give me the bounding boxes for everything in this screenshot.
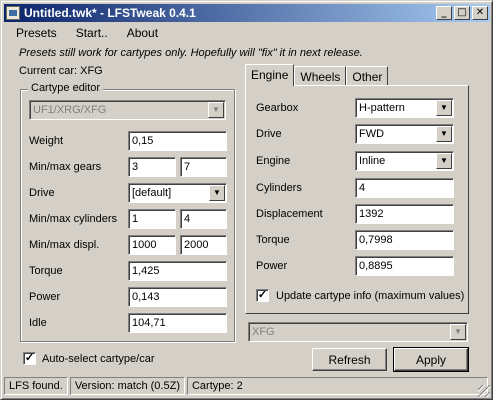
menu-about[interactable]: About xyxy=(115,24,165,43)
car-select-value: XFG xyxy=(252,326,275,338)
tab-strip: Engine Wheels Other xyxy=(245,64,389,86)
cylinders-min-field[interactable]: 1 xyxy=(128,209,176,229)
tab-wheels[interactable]: Wheels xyxy=(294,66,347,86)
current-car-label: Current car: XFG xyxy=(19,65,103,77)
auto-select-label: Auto-select cartype/car xyxy=(42,353,155,365)
update-cartype-label: Update cartype info (maximum values) xyxy=(276,290,465,302)
menu-bar: Presets Start.. About xyxy=(4,24,165,43)
engine-power-field[interactable]: 0,8895 xyxy=(355,256,454,276)
idle-field[interactable]: 104,71 xyxy=(128,313,227,333)
cartype-select-value: UF1/XRG/XFG xyxy=(33,104,107,116)
minimize-button[interactable]: _ xyxy=(436,6,452,20)
gears-max-field[interactable]: 7 xyxy=(180,157,227,177)
power-label: Power xyxy=(29,291,61,303)
weight-field[interactable]: 0,15 xyxy=(128,131,227,151)
engine-displacement-field[interactable]: 1392 xyxy=(355,204,454,224)
engine-torque-field[interactable]: 0,7998 xyxy=(355,230,454,250)
engine-type-select[interactable]: Inline ▼ xyxy=(355,151,454,171)
weight-label: Weight xyxy=(29,135,64,147)
cartype-editor-title: Cartype editor xyxy=(28,82,104,94)
drive-select-value: [default] xyxy=(132,187,172,199)
engine-drive-select[interactable]: FWD ▼ xyxy=(355,124,454,144)
tab-other[interactable]: Other xyxy=(346,66,389,86)
notice-text: Presets still work for cartypes only. Ho… xyxy=(19,47,363,59)
gears-min-field[interactable]: 3 xyxy=(128,157,176,177)
engine-power-label: Power xyxy=(256,260,288,272)
torque-label: Torque xyxy=(29,265,63,277)
drive-label: Drive xyxy=(29,187,55,199)
title-bar[interactable]: Untitled.twk* - LFSTweak 0.4.1 _ □ ✕ xyxy=(4,4,490,22)
gears-label: Min/max gears xyxy=(29,161,102,173)
car-select: XFG ▼ xyxy=(248,322,468,342)
apply-button[interactable]: Apply xyxy=(393,347,469,372)
update-cartype-checkbox[interactable]: ✓ xyxy=(256,289,269,302)
cylinders-max-field[interactable]: 4 xyxy=(180,209,227,229)
engine-torque-label: Torque xyxy=(256,234,290,246)
refresh-button[interactable]: Refresh xyxy=(312,348,387,371)
auto-select-checkbox[interactable]: ✓ xyxy=(23,352,36,365)
status-lfs: LFS found. xyxy=(4,377,68,395)
engine-type-select-value: Inline xyxy=(359,155,386,167)
displacement-label: Min/max displ. xyxy=(29,239,100,251)
app-icon xyxy=(6,6,20,20)
gearbox-select[interactable]: H-pattern ▼ xyxy=(355,98,454,118)
chevron-down-icon[interactable]: ▼ xyxy=(436,153,452,169)
cylinders-label: Min/max cylinders xyxy=(29,213,118,225)
chevron-down-icon[interactable]: ▼ xyxy=(436,100,452,116)
status-bar: LFS found. Version: match (0.5Z) Cartype… xyxy=(4,377,490,397)
engine-type-label: Engine xyxy=(256,155,291,167)
power-field[interactable]: 0,143 xyxy=(128,287,227,307)
menu-presets[interactable]: Presets xyxy=(4,24,64,43)
chevron-down-icon[interactable]: ▼ xyxy=(436,126,452,142)
status-cartype: Cartype: 2 xyxy=(186,377,488,395)
idle-label: Idle xyxy=(29,317,47,329)
gearbox-label: Gearbox xyxy=(256,102,299,114)
chevron-down-icon[interactable]: ▼ xyxy=(209,185,225,201)
maximize-button[interactable]: □ xyxy=(454,6,470,20)
status-version: Version: match (0.5Z) xyxy=(69,377,185,395)
window-title: Untitled.twk* - LFSTweak 0.4.1 xyxy=(24,6,196,20)
engine-displacement-label: Displacement xyxy=(256,208,323,220)
chevron-down-icon: ▼ xyxy=(450,324,466,340)
close-button[interactable]: ✕ xyxy=(472,6,488,20)
main-window: Untitled.twk* - LFSTweak 0.4.1 _ □ ✕ Pre… xyxy=(0,0,493,400)
drive-select[interactable]: [default] ▼ xyxy=(128,183,227,203)
torque-field[interactable]: 1,425 xyxy=(128,261,227,281)
engine-cylinders-label: Cylinders xyxy=(256,182,302,194)
chevron-down-icon: ▼ xyxy=(208,102,224,118)
tab-engine[interactable]: Engine xyxy=(245,64,295,86)
displacement-min-field[interactable]: 1000 xyxy=(128,235,176,255)
engine-tab-panel xyxy=(245,85,469,314)
cartype-select: UF1/XRG/XFG ▼ xyxy=(29,100,226,120)
gearbox-select-value: H-pattern xyxy=(359,102,405,114)
menu-start[interactable]: Start.. xyxy=(64,24,115,43)
engine-cylinders-field[interactable]: 4 xyxy=(355,178,454,198)
resize-grip-icon[interactable] xyxy=(478,385,490,397)
engine-drive-select-value: FWD xyxy=(359,128,385,140)
displacement-max-field[interactable]: 2000 xyxy=(180,235,227,255)
engine-drive-label: Drive xyxy=(256,128,282,140)
